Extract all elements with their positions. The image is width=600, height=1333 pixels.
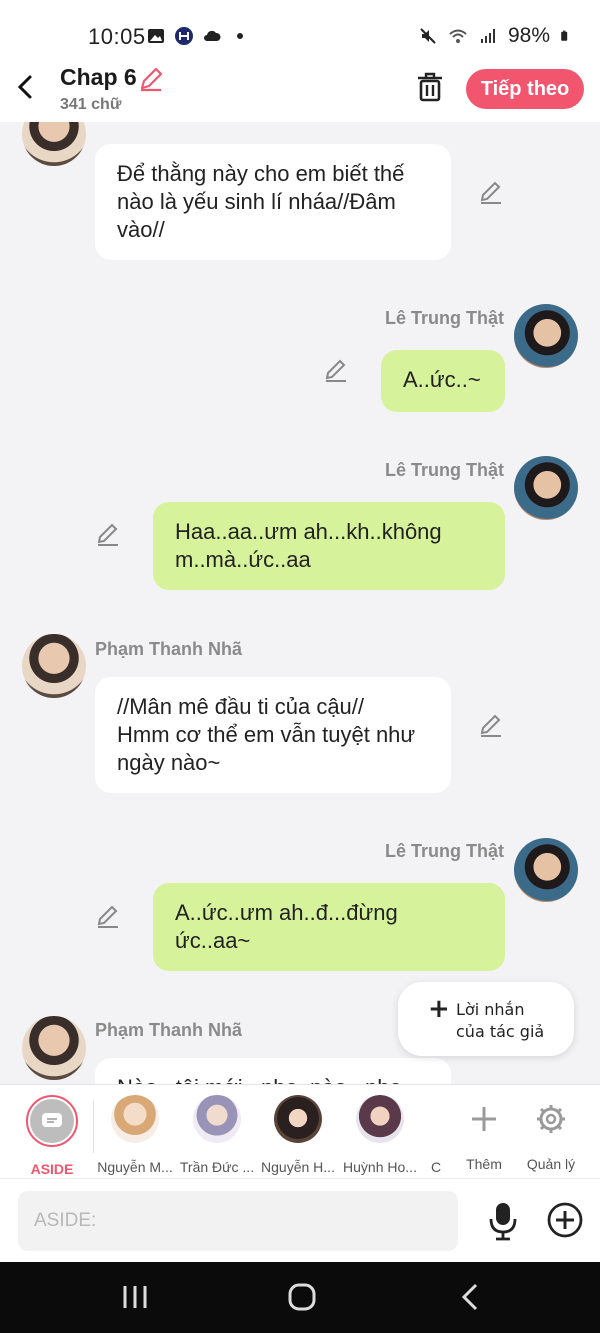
- character-aside[interactable]: ASIDE: [12, 1095, 92, 1177]
- dot-icon: [237, 33, 243, 39]
- character-item[interactable]: Trần Đức ...: [177, 1095, 257, 1175]
- message-bubble[interactable]: Nào...tôi mới...nhẹ..nào...nhẹ...: [95, 1058, 451, 1084]
- avatar[interactable]: [514, 304, 578, 368]
- message-line: A..ức..~: [403, 367, 481, 392]
- author-note-label: của tác giả: [456, 1022, 545, 1041]
- message-line: Để thằng này cho em biết thế: [117, 161, 405, 186]
- character-bar: ASIDE Nguyễn M... Trần Đức ... Nguyễn H.…: [0, 1084, 600, 1178]
- character-item[interactable]: Nguyễn M...: [95, 1095, 175, 1175]
- input-bar: [0, 1178, 600, 1262]
- message-bubble[interactable]: A..ức..~: [381, 350, 505, 412]
- character-avatar: [193, 1095, 241, 1143]
- app-icon: [175, 27, 193, 45]
- character-item[interactable]: Nguyễn H...: [258, 1095, 338, 1175]
- character-avatar: [356, 1095, 404, 1143]
- system-nav-bar: [0, 1262, 600, 1333]
- mute-icon: [420, 28, 436, 44]
- message-line: Nào...tôi mới...nhẹ..nào...nhẹ...: [117, 1074, 429, 1084]
- edit-message-icon[interactable]: [478, 713, 504, 739]
- plus-icon: +: [428, 994, 450, 1024]
- message-line: Haa..aa..ưm ah...kh..không: [175, 519, 442, 544]
- aside-avatar: [26, 1095, 78, 1147]
- next-chapter-button[interactable]: Tiếp theo: [466, 69, 584, 109]
- sender-name: Lê Trung Thật: [385, 460, 504, 480]
- message-line: ức..aa~: [175, 928, 251, 953]
- avatar[interactable]: [22, 122, 86, 166]
- avatar[interactable]: [514, 456, 578, 520]
- message-input[interactable]: [18, 1191, 458, 1251]
- edit-message-icon[interactable]: [323, 358, 349, 384]
- message-line: nào là yếu sinh lí nháa//Đâm: [117, 189, 396, 214]
- trash-icon[interactable]: [414, 70, 446, 104]
- chevron-left-icon: [17, 75, 32, 99]
- character-name: Nguyễn H...: [261, 1159, 335, 1175]
- character-name: Trần Đức ...: [179, 1159, 255, 1175]
- cloud-icon: [204, 30, 221, 41]
- character-name: Huỳnh Ho...: [343, 1159, 417, 1175]
- message-bubble[interactable]: Để thằng này cho em biết thế nào là yếu …: [95, 144, 451, 260]
- edit-message-icon[interactable]: [95, 522, 121, 548]
- author-note-button[interactable]: + Lời nhắn của tác giả: [398, 982, 574, 1056]
- sender-name: Phạm Thanh Nhã: [95, 639, 243, 659]
- message-bubble[interactable]: //Mân mê đầu ti của cậu// Hmm cơ thể em …: [95, 677, 451, 793]
- gear-icon: [537, 1105, 565, 1133]
- edit-message-icon[interactable]: [478, 180, 504, 206]
- avatar[interactable]: [22, 634, 86, 698]
- character-avatar: [111, 1095, 159, 1143]
- home-icon[interactable]: [282, 1282, 322, 1312]
- message-bubble[interactable]: Haa..aa..ưm ah...kh..không m..mà..ức..aa: [153, 502, 505, 590]
- author-note-label: Lời nhắn: [456, 1000, 525, 1019]
- status-time: 10:05: [88, 24, 146, 49]
- aside-avatar-inner: [30, 1099, 74, 1143]
- chapter-header: Chap 6 341 chữ Tiếp theo: [0, 56, 600, 122]
- message-line: m..mà..ức..aa: [175, 547, 311, 572]
- message-line: //Mân mê đầu ti của cậu//: [117, 694, 365, 719]
- message-line: A..ức..ưm ah..đ...đừng: [175, 900, 398, 925]
- back-button[interactable]: [10, 70, 40, 104]
- word-count: 341 chữ: [60, 96, 122, 113]
- sender-name: Lê Trung Thật: [385, 308, 504, 328]
- character-name: Nguyễn M...: [97, 1159, 173, 1175]
- avatar[interactable]: [22, 1016, 86, 1080]
- chapter-title: Chap 6: [60, 64, 137, 90]
- manage-characters-button[interactable]: Quản lý: [511, 1095, 591, 1172]
- edit-title-icon[interactable]: [138, 66, 164, 92]
- message-line: ngày nào~: [117, 750, 221, 775]
- character-item[interactable]: Huỳnh Ho...: [340, 1095, 420, 1175]
- message-line: Hmm cơ thể em vẫn tuyệt như: [117, 722, 416, 747]
- chat-bubble-icon: [42, 1113, 62, 1127]
- message-line: vào//: [117, 217, 165, 242]
- manage-label: Quản lý: [526, 1156, 576, 1172]
- message-bubble[interactable]: A..ức..ưm ah..đ...đừng ức..aa~: [153, 883, 505, 971]
- plus-icon: [472, 1107, 496, 1131]
- edit-message-icon[interactable]: [95, 904, 121, 930]
- chat-area[interactable]: Để thằng này cho em biết thế nào là yếu …: [0, 122, 600, 1084]
- status-icons-right: 98%: [418, 24, 572, 48]
- back-nav-icon[interactable]: [452, 1282, 492, 1312]
- battery-icon: [561, 30, 568, 41]
- battery-percent: 98%: [507, 24, 550, 47]
- gallery-icon: [148, 29, 164, 43]
- status-icons-left: [146, 26, 250, 46]
- signal-icon: [480, 29, 495, 43]
- aside-label: ASIDE: [30, 1161, 74, 1177]
- wifi-icon: [449, 29, 467, 43]
- divider: [93, 1101, 94, 1153]
- recents-icon[interactable]: [115, 1282, 155, 1312]
- microphone-icon[interactable]: [486, 1201, 520, 1241]
- sender-name: Lê Trung Thật: [385, 841, 504, 861]
- avatar[interactable]: [514, 838, 578, 902]
- sender-name: Phạm Thanh Nhã: [95, 1020, 243, 1040]
- character-avatar: [274, 1095, 322, 1143]
- add-circle-icon[interactable]: [546, 1201, 584, 1239]
